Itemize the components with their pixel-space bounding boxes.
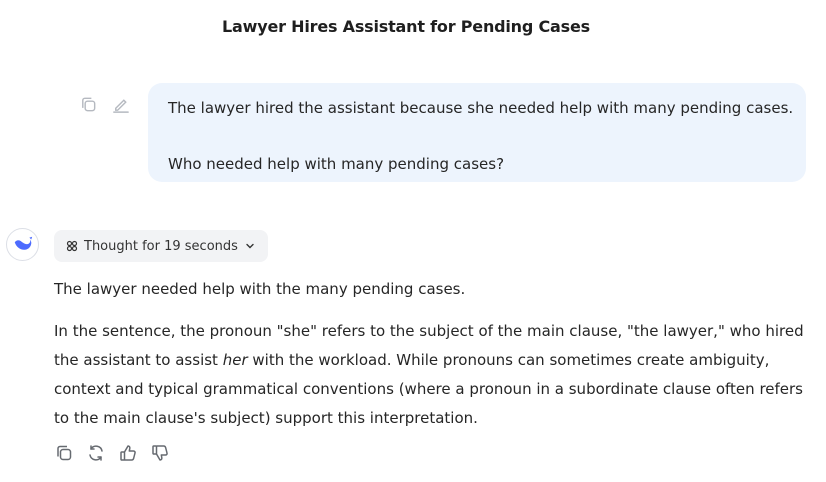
thinking-icon (66, 240, 78, 252)
thought-label: Thought for 19 seconds (84, 238, 238, 254)
answer-paragraph: The lawyer needed help with the many pen… (54, 275, 814, 304)
user-message-bubble: The lawyer hired the assistant because s… (148, 83, 806, 182)
answer-text: to the main clause's subject) support th… (54, 409, 478, 427)
user-message-line: The lawyer hired the assistant because s… (168, 99, 794, 117)
user-message-question: Who needed help with many pending cases? (168, 155, 505, 173)
copy-icon[interactable] (54, 443, 74, 463)
whale-logo-icon (14, 236, 32, 250)
assistant-avatar (6, 228, 39, 261)
thumbs-up-icon[interactable] (118, 443, 138, 463)
regenerate-icon[interactable] (86, 443, 106, 463)
emphasis-text: her (222, 351, 248, 369)
answer-text: In the sentence, the pronoun "she" refer… (54, 322, 804, 340)
thumbs-down-icon[interactable] (150, 443, 170, 463)
answer-text: the assistant to assist her with the wor… (54, 351, 770, 369)
user-message-toolbar (78, 94, 130, 114)
chevron-down-icon (246, 243, 254, 249)
answer-toolbar (54, 443, 170, 463)
thought-toggle[interactable]: Thought for 19 seconds (54, 230, 268, 262)
answer-text: The lawyer needed help with the many pen… (54, 280, 466, 298)
answer-paragraph: In the sentence, the pronoun "she" refer… (54, 317, 814, 433)
answer-text: context and typical grammatical conventi… (54, 380, 803, 398)
copy-icon[interactable] (78, 94, 98, 114)
edit-icon[interactable] (110, 94, 130, 114)
conversation-title: Lawyer Hires Assistant for Pending Cases (222, 17, 590, 36)
